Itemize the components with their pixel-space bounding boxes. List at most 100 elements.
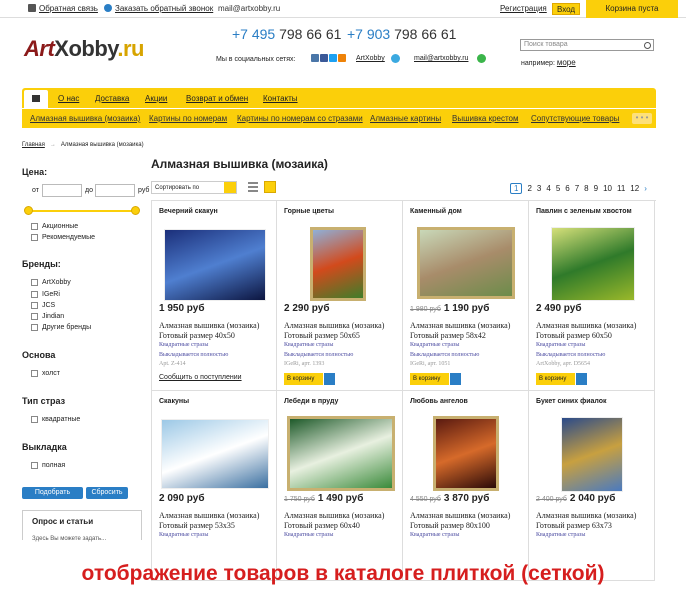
product-image[interactable]: [161, 419, 269, 489]
nav-about[interactable]: О нас: [58, 94, 79, 103]
product-card[interactable]: Лебеди в пруду 1 750 руб 1 490 руб Алмазная…: [277, 391, 403, 581]
filter-reset-button[interactable]: Сбросить: [86, 487, 128, 499]
price-from-input[interactable]: [42, 184, 82, 197]
cart-icon[interactable]: [450, 373, 461, 385]
login-button[interactable]: Вход: [552, 3, 581, 15]
brand-checkbox[interactable]: [31, 302, 38, 309]
add-to-cart-button[interactable]: В корзину: [410, 373, 449, 385]
email-link[interactable]: mail@artxobby.ru: [414, 55, 468, 62]
cart-icon[interactable]: [324, 373, 335, 385]
list-view-icon[interactable]: [248, 182, 258, 192]
price-slider-min-handle[interactable]: [24, 206, 33, 215]
product-name[interactable]: Горные цветы: [284, 208, 334, 215]
skype-link[interactable]: ArtXobby: [356, 55, 385, 62]
brand-checkbox[interactable]: [31, 324, 38, 331]
add-to-cart-button[interactable]: В корзину: [536, 373, 575, 385]
page-link[interactable]: 4: [546, 184, 550, 193]
search-input[interactable]: Поиск товара: [520, 39, 654, 51]
feedback-link[interactable]: Обратная связь: [28, 4, 98, 13]
brand-checkbox[interactable]: [31, 291, 38, 298]
cat-numbers-strass[interactable]: Картины по номерам со стразами: [237, 114, 363, 123]
product-card[interactable]: Каменный дом 1 980 руб 1 190 руб Алмазная в…: [403, 201, 529, 391]
cart-button[interactable]: Корзина пуста: [586, 0, 678, 18]
page-link[interactable]: 8: [584, 184, 588, 193]
brand-checkbox[interactable]: [31, 313, 38, 320]
page-link[interactable]: 6: [565, 184, 569, 193]
product-card[interactable]: Вечерний скакун 1 950 руб Алмазная вышивка…: [151, 201, 277, 391]
page-link[interactable]: 10: [603, 184, 612, 193]
product-image[interactable]: [433, 416, 499, 491]
page-link[interactable]: 11: [617, 184, 625, 193]
nav-returns[interactable]: Возврат и обмен: [186, 94, 248, 103]
product-card[interactable]: Скакуны 2 090 руб Алмазная вышивка (мозаик…: [151, 391, 277, 581]
sort-select[interactable]: Сортировать по: [151, 181, 237, 194]
product-name[interactable]: Вечерний скакун: [159, 208, 218, 215]
product-card[interactable]: Павлин с зеленым хвостом 2 490 руб Алмазна…: [529, 201, 655, 391]
filter-submit-button[interactable]: Подобрать: [22, 487, 83, 499]
callback-text[interactable]: Заказать обратный звонок: [115, 4, 213, 13]
product-feature: Квадратные стразы: [159, 532, 209, 538]
base-checkbox[interactable]: [31, 370, 38, 377]
cat-diamond[interactable]: Алмазная вышивка (мозаика): [30, 114, 140, 123]
breadcrumb-home[interactable]: Главная: [22, 142, 45, 148]
add-to-cart-button[interactable]: В корзину: [284, 373, 323, 385]
cat-accessories[interactable]: Сопутствующие товары: [531, 114, 619, 123]
feedback-text[interactable]: Обратная связь: [39, 4, 98, 13]
product-image[interactable]: [164, 229, 266, 301]
logo[interactable]: ArtXobby.ru: [24, 36, 144, 62]
page-link[interactable]: 12: [630, 184, 639, 193]
search-icon[interactable]: [644, 42, 651, 49]
product-image[interactable]: [287, 416, 395, 491]
odnoklassniki-icon[interactable]: [338, 54, 346, 62]
product-image[interactable]: [310, 227, 366, 301]
home-tab[interactable]: [24, 90, 48, 108]
example-link[interactable]: море: [557, 58, 576, 67]
product-card[interactable]: Любовь ангелов 4 550 руб 3 870 руб Алмазная…: [403, 391, 529, 581]
stones-checkbox[interactable]: [31, 416, 38, 423]
twitter-icon[interactable]: [329, 54, 337, 62]
page-link[interactable]: 2: [527, 184, 531, 193]
product-image[interactable]: [551, 227, 635, 301]
whatsapp-icon[interactable]: [477, 54, 486, 63]
product-name[interactable]: Букет синих фиалок: [536, 398, 607, 405]
price-slider[interactable]: [28, 210, 136, 212]
cat-numbers[interactable]: Картины по номерам: [149, 114, 227, 123]
product-name[interactable]: Любовь ангелов: [410, 398, 468, 405]
nav-sales[interactable]: Акции: [145, 94, 167, 103]
product-image[interactable]: [417, 227, 515, 299]
product-name[interactable]: Лебеди в пруду: [284, 398, 338, 405]
product-name[interactable]: Каменный дом: [410, 208, 462, 215]
grid-view-icon[interactable]: [264, 181, 276, 193]
product-image[interactable]: [561, 417, 623, 492]
cat-diamond-pictures[interactable]: Алмазные картины: [370, 114, 441, 123]
phone-1[interactable]: +7 495 798 66 61: [232, 26, 341, 42]
page-link[interactable]: 1: [510, 183, 523, 194]
page-link[interactable]: 7: [575, 184, 579, 193]
layout-checkbox[interactable]: [31, 462, 38, 469]
product-name[interactable]: Скакуны: [159, 398, 189, 405]
cat-cross-stitch[interactable]: Вышивка крестом: [452, 114, 519, 123]
product-name[interactable]: Павлин с зеленым хвостом: [536, 208, 632, 215]
brand-checkbox[interactable]: [31, 279, 38, 286]
page-link[interactable]: 5: [556, 184, 560, 193]
register-link[interactable]: Регистрация: [500, 4, 547, 13]
next-page-icon[interactable]: ›: [644, 184, 647, 193]
facebook-icon[interactable]: [320, 54, 328, 62]
nav-contacts[interactable]: Контакты: [263, 94, 298, 103]
more-categories-button[interactable]: • • •: [632, 113, 652, 124]
notify-link[interactable]: Сообщить о поступлении: [159, 374, 242, 381]
product-card[interactable]: Горные цветы 2 290 руб Алмазная вышивка (м…: [277, 201, 403, 391]
price-to-input[interactable]: [95, 184, 135, 197]
price-slider-max-handle[interactable]: [131, 206, 140, 215]
product-card[interactable]: Букет синих фиалок 2 400 руб 2 040 руб Алма…: [529, 391, 655, 581]
cart-icon[interactable]: [576, 373, 587, 385]
recommended-checkbox[interactable]: [31, 234, 38, 241]
nav-delivery[interactable]: Доставка: [95, 94, 129, 103]
promo-checkbox[interactable]: [31, 223, 38, 230]
phone-2[interactable]: +7 903 798 66 61: [347, 26, 456, 42]
page-link[interactable]: 3: [537, 184, 541, 193]
vk-icon[interactable]: [311, 54, 319, 62]
page-link[interactable]: 9: [594, 184, 598, 193]
callback-link[interactable]: Заказать обратный звонок: [104, 4, 213, 13]
top-email[interactable]: mail@artxobby.ru: [218, 4, 280, 13]
